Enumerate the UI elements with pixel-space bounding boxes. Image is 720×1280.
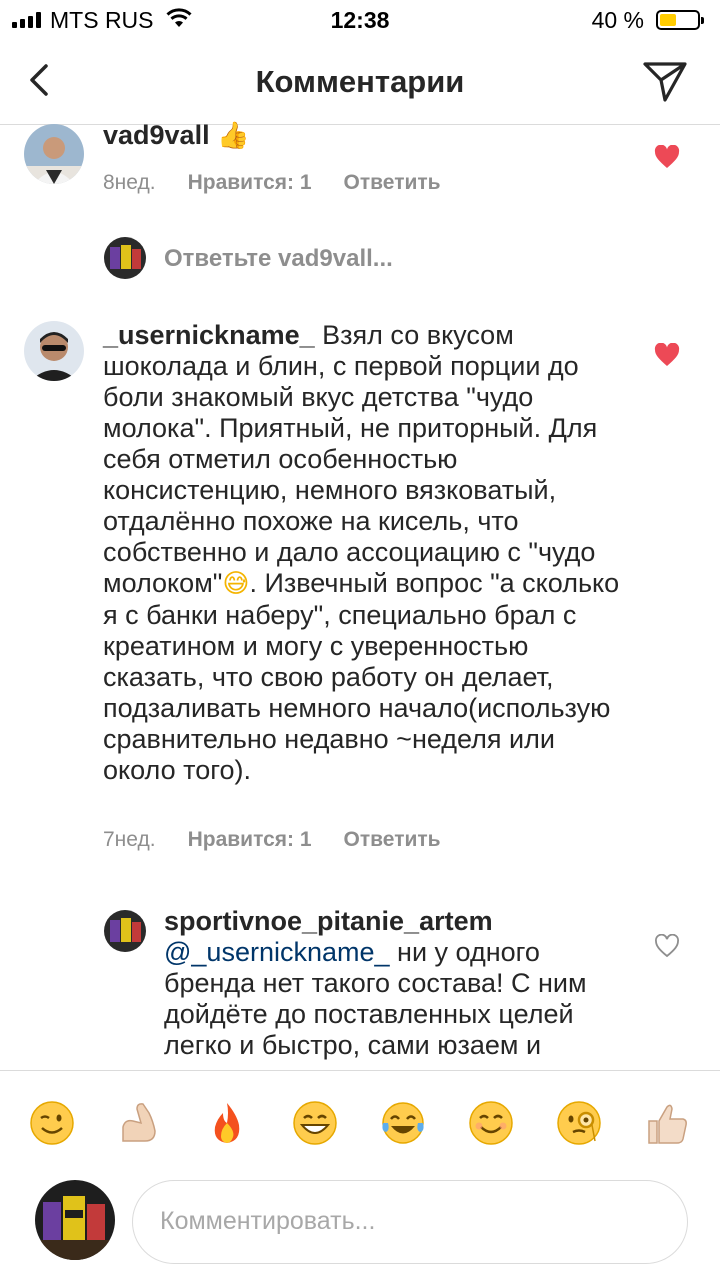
page-title: Комментарии: [255, 64, 465, 99]
likes-count[interactable]: Нравится: 1: [188, 828, 312, 852]
flexed-biceps-icon[interactable]: [115, 1099, 163, 1147]
comment-username[interactable]: vad9vall: [103, 120, 210, 150]
comment-age: 8нед.: [103, 171, 156, 194]
grinning-face-icon[interactable]: [291, 1099, 339, 1147]
comment-username[interactable]: _usernickname_: [103, 320, 315, 350]
likes-count[interactable]: Нравится: 1: [188, 171, 312, 195]
send-icon[interactable]: [640, 56, 690, 106]
battery-percent: 40 %: [591, 7, 644, 33]
comment-input[interactable]: [158, 1206, 662, 1237]
battery-icon: [656, 10, 704, 30]
comment-body-continued: . Извечный вопрос "а сколько я с банки н…: [103, 568, 620, 785]
smiling-face-icon[interactable]: [467, 1099, 515, 1147]
heart-filled-icon[interactable]: [654, 145, 680, 169]
avatar[interactable]: [24, 124, 84, 184]
heart-filled-icon[interactable]: [654, 343, 680, 367]
tears-of-joy-icon[interactable]: [379, 1099, 427, 1147]
reply-prompt[interactable]: Ответьте vad9vall...: [164, 245, 393, 273]
comment-username[interactable]: sportivnoe_pitanie_artem: [164, 906, 624, 937]
reply-button[interactable]: Ответить: [344, 171, 441, 195]
reply-prompt-avatar: [104, 237, 146, 279]
comment-text: sportivnoe_pitanie_artem @_usernickname_…: [164, 906, 624, 1061]
comment-composer: [132, 1180, 688, 1264]
emoji-bar: [0, 1070, 720, 1171]
comment-age: 7нед.: [103, 828, 156, 851]
face-with-monocle-icon[interactable]: [555, 1099, 603, 1147]
fire-icon[interactable]: [203, 1099, 251, 1147]
avatar[interactable]: [104, 910, 146, 952]
reply-comment: sportivnoe_pitanie_artem @_usernickname_…: [0, 900, 720, 1070]
navigation-bar: Комментарии: [0, 40, 720, 125]
reply-button[interactable]: Ответить: [344, 828, 441, 852]
comment-meta: 7нед. Нравится: 1 Ответить: [103, 828, 473, 852]
comment-text: _usernickname_ Взял со вкусом шоколада и…: [103, 320, 623, 786]
comment-text: vad9vall 👍: [103, 120, 623, 152]
comment-meta: 8нед. Нравится: 1 Ответить: [103, 171, 473, 195]
winking-face-icon[interactable]: [28, 1099, 76, 1147]
sweat-smile-emoji-icon: 😅: [222, 569, 250, 599]
avatar[interactable]: [24, 321, 84, 381]
thumbs-up-emoji-icon: 👍: [217, 121, 250, 151]
thumbs-up-icon[interactable]: [643, 1099, 691, 1147]
current-user-avatar: [35, 1180, 115, 1260]
comment-body: Взял со вкусом шоколада и блин, с первой…: [103, 320, 598, 598]
status-bar: MTS RUS 12:38 40 %: [0, 0, 720, 40]
heart-outline-icon[interactable]: [654, 934, 680, 958]
mention-link[interactable]: @_usernickname_: [164, 937, 390, 967]
